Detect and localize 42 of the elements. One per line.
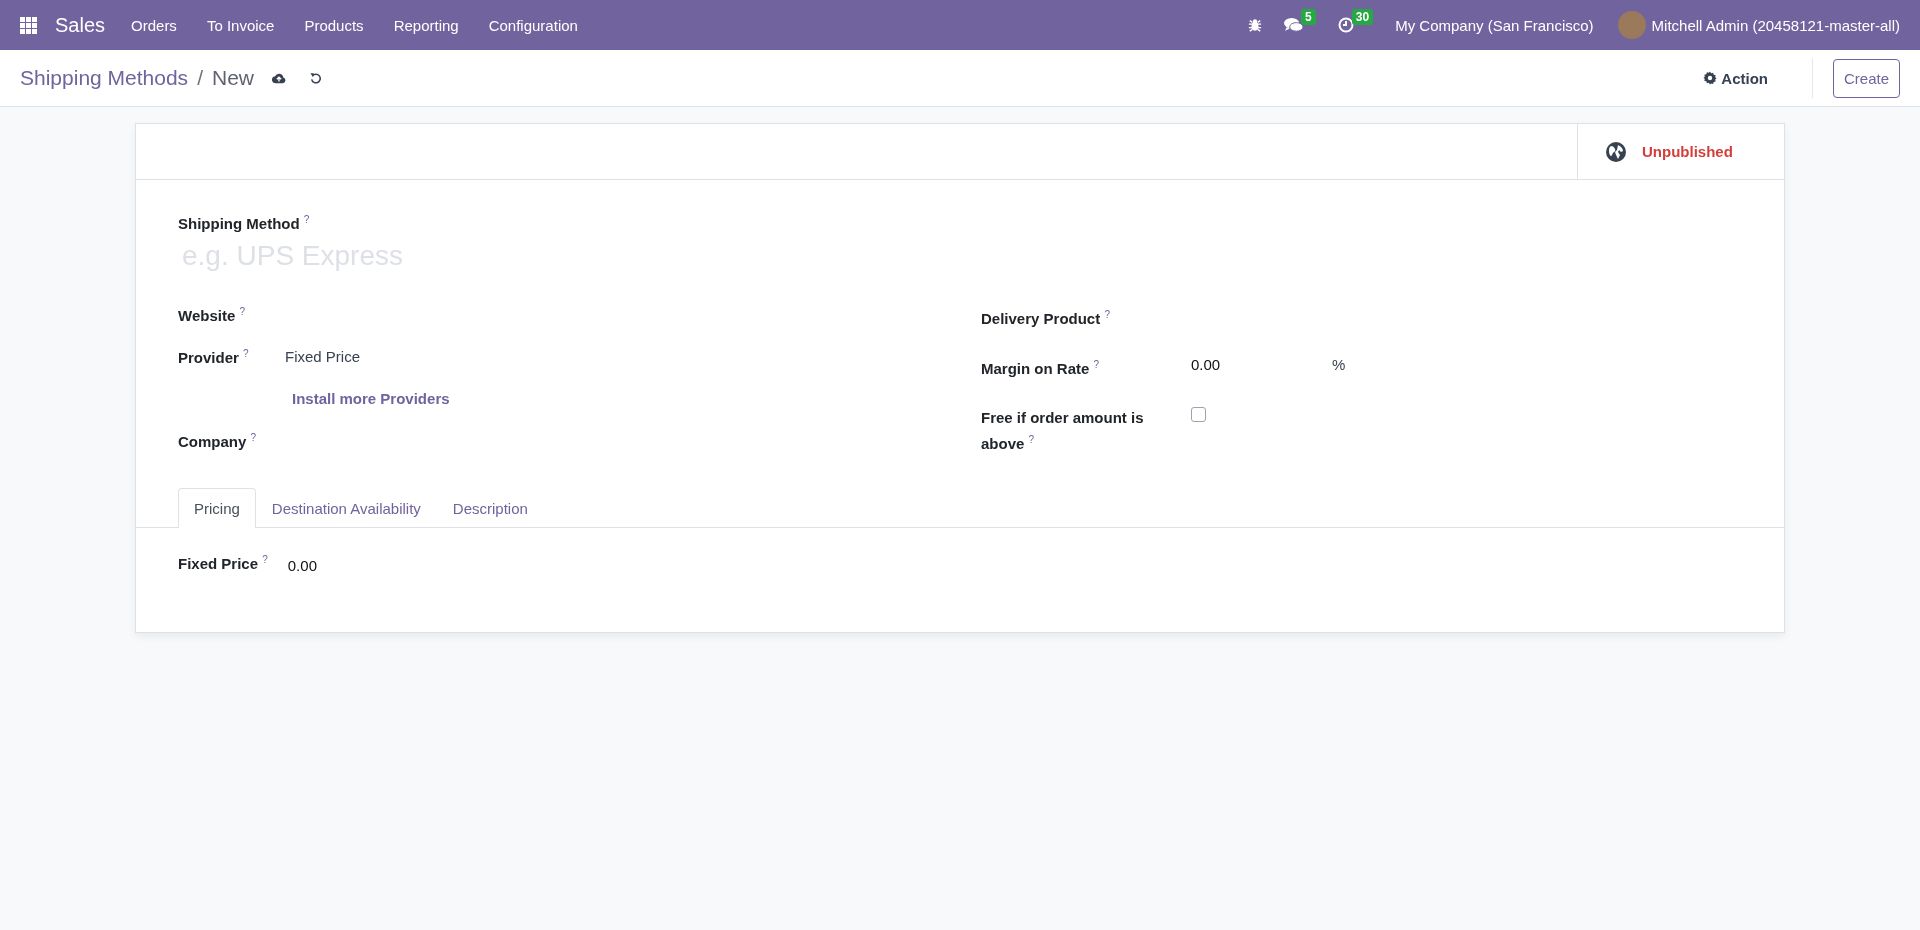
clock-icon[interactable] (1337, 17, 1354, 33)
action-menu-button[interactable]: Action (1697, 68, 1774, 88)
checkbox[interactable] (1191, 407, 1206, 422)
field-value[interactable]: Fixed Price (285, 348, 361, 365)
publish-status-button[interactable]: Unpublished (1577, 124, 1784, 179)
menu-item[interactable]: Orders (131, 16, 177, 34)
tab[interactable]: Description (436, 488, 544, 528)
globe-icon[interactable] (1606, 141, 1626, 162)
gear-icon[interactable] (1703, 71, 1718, 85)
field-label: Website $^{?}$ (178, 306, 246, 324)
status-label: Unpublished (1642, 143, 1733, 160)
tab[interactable]: Destination Availability (255, 488, 437, 528)
app-name[interactable]: Sales (55, 13, 106, 37)
fixed-price-field[interactable]: 0.00 (287, 557, 317, 574)
percent-unit: % (1332, 355, 1346, 373)
breadcrumb-current: New (211, 66, 254, 90)
apps-menu-icon[interactable] (20, 16, 37, 34)
field-label: Fixed Price $^{?}$ (178, 554, 268, 572)
breadcrumb-link[interactable]: Shipping Methods (20, 66, 189, 90)
field-label: Shipping Method $^{?}$ (178, 214, 311, 232)
field-label: Company $^{?}$ (178, 432, 258, 450)
install-providers-link[interactable]: Install more Providers (292, 390, 450, 407)
counter-badge: 5 (1301, 9, 1316, 25)
counter-badge: 30 (1351, 9, 1374, 25)
undo-icon[interactable] (310, 72, 322, 84)
field-label: Margin on Rate $^{?}$ (981, 357, 1101, 379)
breadcrumb-separator: / (197, 66, 203, 90)
menu-item[interactable]: To Invoice (206, 16, 275, 34)
tab[interactable]: Pricing (178, 488, 256, 528)
field-label: Delivery Product $^{?}$ (981, 308, 1111, 329)
menu-item[interactable]: Reporting (393, 16, 459, 34)
menu-item[interactable]: Products (304, 16, 364, 34)
cloud-upload-icon[interactable] (272, 72, 286, 84)
company-switcher[interactable]: My Company (San Francisco) (1395, 16, 1594, 34)
field-label: Free if order amount is above $^{?}$ (981, 408, 1145, 454)
user-menu[interactable]: Mitchell Admin (20458121-master-all) (1651, 16, 1900, 34)
bug-icon[interactable] (1248, 18, 1263, 32)
field-label: Provider $^{?}$ (178, 348, 250, 366)
create-button[interactable]: Create (1832, 58, 1900, 98)
menu-item[interactable]: Configuration (488, 16, 578, 34)
number-field[interactable]: 0.00 (1191, 355, 1231, 373)
chat-icon[interactable] (1284, 17, 1304, 33)
